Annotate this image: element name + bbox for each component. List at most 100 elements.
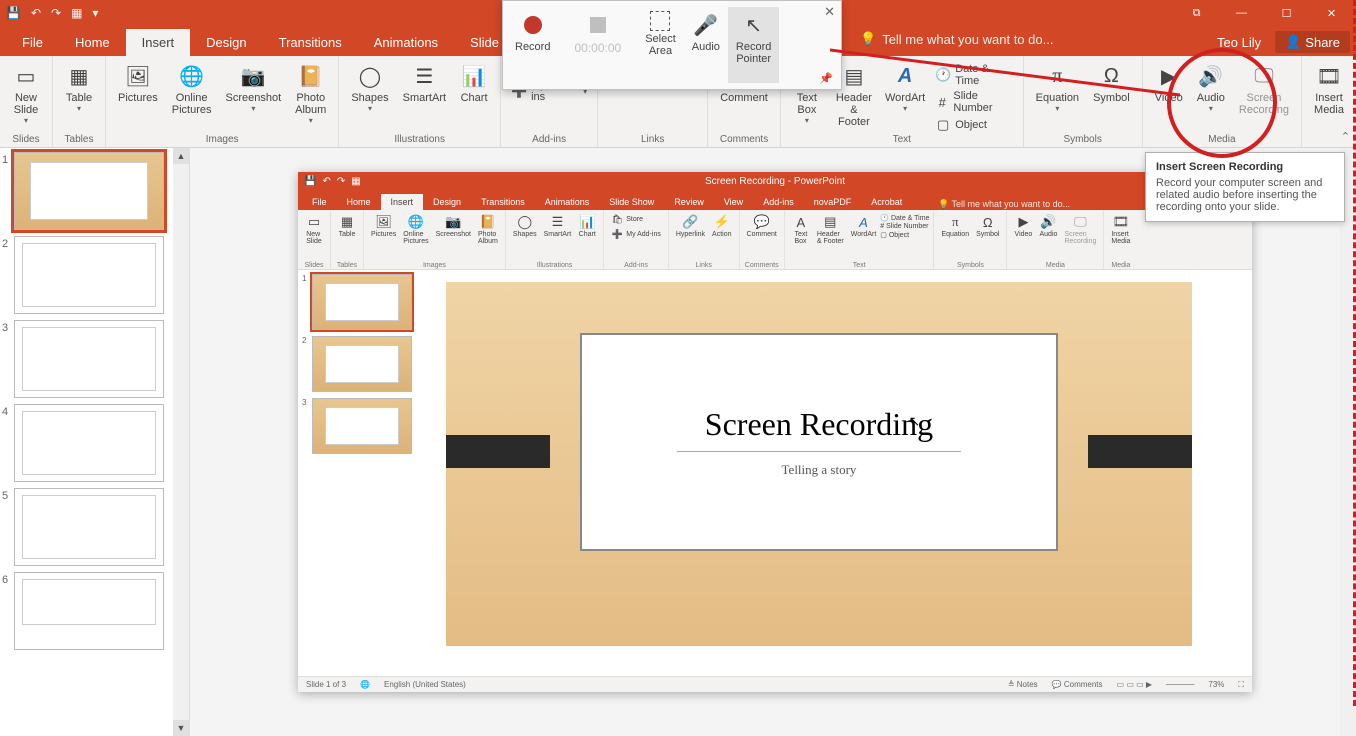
e-tab-view: View: [714, 194, 753, 210]
tab-transitions[interactable]: Transitions: [263, 29, 358, 56]
share-label: Share: [1305, 35, 1340, 50]
e-tab-animations: Animations: [535, 194, 600, 210]
chart-icon: 📊: [460, 62, 488, 90]
tab-insert[interactable]: Insert: [126, 29, 191, 56]
embedded-slide-title: Screen Recording: [705, 406, 933, 443]
rec-audio-label: Audio: [692, 41, 720, 53]
screenshot-button[interactable]: 📷Screenshot▾: [220, 60, 288, 127]
smartart-button[interactable]: ☰SmartArt: [397, 60, 452, 115]
window-controls: ⧉ — ☐ ✕: [1174, 0, 1354, 26]
select-area-button[interactable]: Select Area: [637, 7, 684, 83]
screen-recording-button[interactable]: 🖵Screen Recording: [1233, 60, 1295, 118]
wordart-button[interactable]: AWordArt▾: [881, 60, 929, 134]
stop-icon: [584, 11, 612, 39]
e-tab-novapdf: novaPDF: [804, 194, 862, 210]
insert-media-button[interactable]: 🎞Insert Media: [1308, 60, 1350, 118]
main-area: 1 2 3 4 5 6 ▲ ▼ 💾↶↷▦ Screen Recording - …: [0, 148, 1356, 736]
slide-thumbnail-1[interactable]: 1: [2, 152, 185, 230]
record-timer: 00:00:00: [566, 41, 629, 55]
pointer-icon: ↖: [740, 11, 768, 39]
e-tab-design: Design: [423, 194, 471, 210]
embedded-slide-subtitle: Telling a story: [782, 462, 857, 478]
recording-toolbar-close-icon[interactable]: ✕: [824, 4, 835, 20]
e-tab-addins: Add-ins: [753, 194, 804, 210]
tab-home[interactable]: Home: [59, 29, 126, 56]
symbol-button[interactable]: ΩSymbol: [1087, 60, 1136, 115]
text-box-label: Text Box: [797, 92, 817, 116]
recording-toolbar-pin-icon[interactable]: 📌: [819, 72, 833, 85]
audio-label: Audio: [1197, 92, 1225, 104]
chart-button[interactable]: 📊Chart: [454, 60, 494, 115]
quick-access-toolbar: 💾 ↶ ↷ ▦ ▾: [6, 6, 98, 20]
table-button[interactable]: ▦ Table ▾: [59, 60, 99, 115]
tab-file[interactable]: File: [6, 29, 59, 56]
date-time-button[interactable]: 🕐Date & Time: [931, 62, 1016, 88]
record-pointer-button[interactable]: ↖ Record Pointer: [728, 7, 779, 83]
rec-audio-button[interactable]: 🎤 Audio: [684, 7, 728, 83]
start-from-beginning-icon[interactable]: ▦: [71, 6, 82, 20]
photo-album-button[interactable]: 📔Photo Album▾: [289, 60, 332, 127]
thumbnail-scrollbar[interactable]: ▲ ▼: [173, 148, 189, 736]
scroll-down-icon[interactable]: ▼: [173, 720, 189, 736]
slide-thumbnail-3[interactable]: 3: [2, 320, 185, 398]
slide-thumbnail-panel: 1 2 3 4 5 6 ▲ ▼: [0, 148, 190, 736]
table-label: Table: [66, 92, 92, 104]
customize-qat-icon[interactable]: ▾: [92, 6, 98, 20]
header-footer-label: Header & Footer: [835, 92, 873, 128]
new-slide-icon: ▭: [12, 62, 40, 90]
save-icon[interactable]: 💾: [6, 6, 21, 20]
shapes-button[interactable]: ◯Shapes▾: [345, 60, 394, 115]
date-time-icon: 🕐: [935, 67, 951, 83]
tab-animations[interactable]: Animations: [358, 29, 454, 56]
insert-media-icon: 🎞: [1315, 62, 1343, 90]
symbol-label: Symbol: [1093, 92, 1130, 104]
close-button[interactable]: ✕: [1309, 0, 1354, 26]
e-tab-acrobat: Acrobat: [861, 194, 912, 210]
slide-thumbnail-4[interactable]: 4: [2, 404, 185, 482]
comment-label: Comment: [720, 92, 768, 104]
maximize-button[interactable]: ☐: [1264, 0, 1309, 26]
pictures-button[interactable]: 🖼Pictures: [112, 60, 164, 127]
cursor-icon: ↖: [909, 413, 921, 430]
object-button[interactable]: ▢Object: [931, 116, 1016, 134]
wordart-label: WordArt: [885, 92, 925, 104]
slide-thumbnail-5[interactable]: 5: [2, 488, 185, 566]
canvas-scrollbar[interactable]: [1340, 148, 1356, 736]
e-tab-transitions: Transitions: [471, 194, 535, 210]
e-tell-me: 💡 Tell me what you want to do...: [938, 199, 1070, 210]
tell-me-placeholder: Tell me what you want to do...: [882, 32, 1053, 47]
ribbon-display-icon[interactable]: ⧉: [1174, 0, 1219, 26]
group-illustrations-label: Illustrations: [394, 134, 445, 145]
shapes-label: Shapes: [351, 92, 388, 104]
equation-button[interactable]: πEquation▾: [1030, 60, 1085, 115]
audio-button[interactable]: 🔊Audio▾: [1191, 60, 1231, 118]
pictures-label: Pictures: [118, 92, 158, 104]
undo-icon[interactable]: ↶: [31, 6, 41, 20]
redo-icon[interactable]: ↷: [51, 6, 61, 20]
slide-number-button[interactable]: #Slide Number: [931, 89, 1016, 115]
header-footer-icon: ▤: [840, 62, 868, 90]
account-name[interactable]: Teo Lily: [1217, 35, 1261, 50]
screen-recording-toolbar: ✕ 📌 Record 00:00:00 Select Area 🎤 Audio …: [502, 0, 842, 90]
group-symbols: πEquation▾ ΩSymbol Symbols: [1024, 56, 1143, 147]
tab-design[interactable]: Design: [190, 29, 262, 56]
record-button[interactable]: Record: [507, 7, 558, 83]
tell-me-search[interactable]: 💡 Tell me what you want to do...: [860, 31, 1053, 47]
minimize-button[interactable]: —: [1219, 0, 1264, 26]
share-button[interactable]: 👤 Share: [1275, 31, 1350, 53]
slide-thumbnail-6[interactable]: 6: [2, 572, 185, 650]
select-area-label: Select Area: [645, 33, 676, 57]
online-pictures-button[interactable]: 🌐Online Pictures: [166, 60, 218, 127]
photo-album-label: Photo Album: [295, 92, 326, 116]
group-media: ▶Video▾ 🔊Audio▾ 🖵Screen Recording Media: [1143, 56, 1302, 147]
group-tables: ▦ Table ▾ Tables: [53, 56, 106, 147]
collapse-ribbon-icon[interactable]: ⌃: [1341, 130, 1350, 143]
smartart-label: SmartArt: [403, 92, 446, 104]
stop-button[interactable]: 00:00:00: [558, 7, 637, 83]
new-slide-button[interactable]: ▭ New Slide ▾: [6, 60, 46, 127]
video-button[interactable]: ▶Video▾: [1149, 60, 1189, 118]
group-tables-label: Tables: [65, 134, 94, 145]
slide-thumbnail-2[interactable]: 2: [2, 236, 185, 314]
scroll-up-icon[interactable]: ▲: [173, 148, 189, 164]
record-pointer-label: Record Pointer: [736, 41, 771, 65]
